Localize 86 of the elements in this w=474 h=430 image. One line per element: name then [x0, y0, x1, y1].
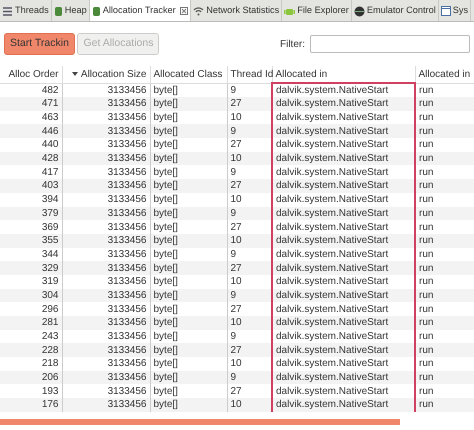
table-cell: run: [415, 398, 474, 412]
table-cell: run: [415, 343, 474, 358]
table-cell: 9: [227, 288, 272, 302]
table-cell: 3133456: [62, 234, 150, 248]
table-cell: 3133456: [62, 124, 150, 138]
table-cell: 27: [227, 261, 272, 275]
table-cell: 446: [0, 124, 62, 138]
table-cell: 3133456: [62, 261, 150, 275]
table-cell: byte[]: [150, 343, 227, 358]
table-cell: byte[]: [150, 97, 227, 111]
table-cell: 9: [227, 124, 272, 138]
column-header[interactable]: Alloc Order: [0, 66, 62, 83]
table-cell: 206: [0, 370, 62, 384]
table-cell: run: [415, 97, 474, 111]
table-cell: byte[]: [150, 179, 227, 193]
table-cell: 471: [0, 97, 62, 111]
filter-label: Filter:: [280, 38, 305, 52]
column-header[interactable]: Allocated Class: [150, 66, 227, 83]
table-cell: 281: [0, 316, 62, 330]
table-cell: 9: [227, 370, 272, 384]
table-cell: run: [415, 261, 474, 275]
table-cell: 3133456: [62, 206, 150, 220]
table-cell: byte[]: [150, 152, 227, 166]
table-cell: 3133456: [62, 288, 150, 302]
table-cell: dalvik.system.NativeStart: [272, 261, 415, 275]
table-cell: 403: [0, 179, 62, 193]
tab[interactable]: File Explorer: [282, 0, 352, 21]
table-cell: byte[]: [150, 316, 227, 330]
table-cell: 3133456: [62, 97, 150, 111]
table-cell: byte[]: [150, 124, 227, 138]
table-cell: 3133456: [62, 370, 150, 384]
table-cell: run: [415, 370, 474, 384]
tab[interactable]: Network Statistics: [191, 0, 282, 21]
table-cell: dalvik.system.NativeStart: [272, 370, 415, 384]
table-cell: dalvik.system.NativeStart: [272, 206, 415, 220]
table-cell: dalvik.system.NativeStart: [272, 343, 415, 358]
table-cell: dalvik.system.NativeStart: [272, 234, 415, 248]
tab[interactable]: Allocation Tracker: [90, 0, 192, 21]
table-cell: dalvik.system.NativeStart: [272, 179, 415, 193]
table-cell: 10: [227, 234, 272, 248]
column-header[interactable]: Allocated in: [415, 66, 474, 83]
table-cell: run: [415, 234, 474, 248]
table-cell: byte[]: [150, 370, 227, 384]
table-cell: 428: [0, 152, 62, 166]
table-cell: 10: [227, 398, 272, 412]
table-cell: 10: [227, 152, 272, 166]
tab[interactable]: Threads: [0, 0, 52, 21]
table-cell: run: [415, 316, 474, 330]
table-cell: 176: [0, 398, 62, 412]
column-header[interactable]: Allocation Size: [62, 66, 150, 83]
table-cell: byte[]: [150, 261, 227, 275]
table-cell: byte[]: [150, 206, 227, 220]
table-cell: 27: [227, 97, 272, 111]
table-cell: dalvik.system.NativeStart: [272, 97, 415, 111]
column-header[interactable]: Thread Id: [227, 66, 272, 83]
table-cell: 9: [227, 206, 272, 220]
table-cell: 27: [227, 343, 272, 358]
table-cell: 329: [0, 261, 62, 275]
table-cell: 304: [0, 288, 62, 302]
table-cell: run: [415, 152, 474, 166]
table-cell: byte[]: [150, 234, 227, 248]
table-cell: dalvik.system.NativeStart: [272, 124, 415, 138]
table-cell: byte[]: [150, 288, 227, 302]
table-cell: 27: [227, 179, 272, 193]
table-cell: dalvik.system.NativeStart: [272, 288, 415, 302]
table-cell: dalvik.system.NativeStart: [272, 152, 415, 166]
table-cell: 379: [0, 206, 62, 220]
table-cell: byte[]: [150, 398, 227, 412]
table-cell: 355: [0, 234, 62, 248]
table-cell: 3133456: [62, 316, 150, 330]
table-cell: run: [415, 179, 474, 193]
tab[interactable]: Emulator Control: [352, 0, 439, 21]
tab[interactable]: Sys: [438, 0, 472, 21]
table-cell: 3133456: [62, 152, 150, 166]
column-header[interactable]: Allocated in: [272, 66, 415, 83]
table-cell: 3133456: [62, 398, 150, 412]
table-cell: 3133456: [62, 179, 150, 193]
table-cell: 3133456: [62, 343, 150, 358]
table-cell: dalvik.system.NativeStart: [272, 398, 415, 412]
toolbar-button[interactable]: Start Trackin: [4, 33, 75, 55]
table-cell: 10: [227, 316, 272, 330]
table-cell: dalvik.system.NativeStart: [272, 316, 415, 330]
table-cell: run: [415, 206, 474, 220]
table-cell: run: [415, 124, 474, 138]
table-cell: 228: [0, 343, 62, 358]
table-cell: run: [415, 288, 474, 302]
